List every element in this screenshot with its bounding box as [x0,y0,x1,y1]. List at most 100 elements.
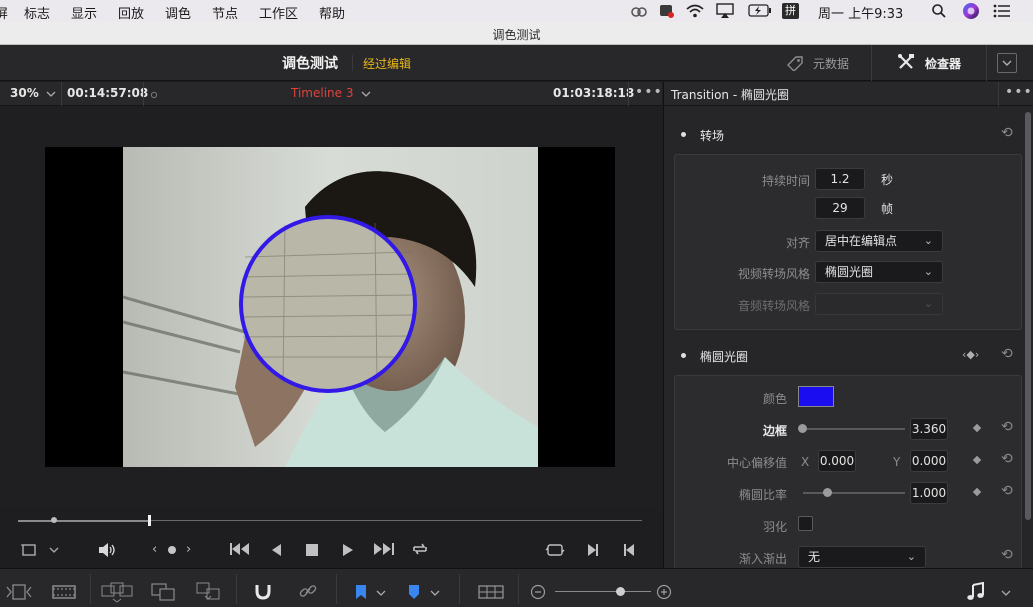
keyframe-nav-icon[interactable]: ‹◆› [962,348,979,361]
loop-icon[interactable] [410,541,430,557]
zoom-slider-knob[interactable] [616,587,625,596]
input-method-icon[interactable]: 拼 [782,3,799,19]
chevron-down-icon: ⌄ [906,550,916,563]
project-name: 调色测试 [282,56,338,72]
chevron-down-icon[interactable] [48,545,60,555]
viewer-options-icon[interactable]: ••• [635,84,663,100]
match-frame-icon[interactable] [545,542,565,558]
menu-workspace[interactable]: 工作区 [259,3,298,22]
dual-screen-icon[interactable] [150,582,176,602]
window-titlebar: 调色测试 [0,22,1033,45]
sync-screen-icon[interactable] [195,581,223,603]
next-clip-arrow-icon[interactable]: › [186,543,191,556]
chevron-down-icon[interactable] [45,89,57,99]
stop-icon[interactable] [305,543,319,557]
border-value-field[interactable]: 3.360 [910,418,948,440]
jog-dot-icon[interactable] [168,546,176,554]
blue-marker-icon[interactable] [408,584,420,600]
transition-section-title[interactable]: 转场 [700,127,724,144]
play-reverse-icon[interactable] [270,543,284,557]
snap-magnet-icon[interactable] [253,581,273,601]
feather-label: 羽化 [762,520,787,534]
feather-checkbox[interactable] [798,516,813,531]
playhead[interactable] [148,515,151,526]
music-note-icon[interactable] [966,582,986,602]
ease-reset-icon[interactable]: ⟲ [1001,548,1013,562]
ease-value: 无 [808,550,821,564]
siri-icon[interactable] [962,2,980,20]
aspect-slider-track[interactable] [803,492,905,494]
border-reset-icon[interactable]: ⟲ [1001,420,1013,434]
center-reset-icon[interactable]: ⟲ [1001,452,1013,466]
zoom-in-icon[interactable] [656,584,672,600]
clips-icon[interactable] [4,583,34,601]
menu-color[interactable]: 调色 [165,3,191,22]
aspect-keyframe-icon[interactable] [972,487,982,497]
chevron-down-icon[interactable] [1000,588,1012,598]
iris-reset-icon[interactable]: ⟲ [1001,347,1013,361]
menu-nodes[interactable]: 节点 [212,3,238,22]
chevron-down-icon[interactable] [360,89,372,99]
crop-frame-icon[interactable] [21,543,37,557]
center-keyframe-icon[interactable] [972,455,982,465]
volume-icon[interactable] [97,542,117,558]
aspect-value-field[interactable]: 1.000 [910,482,948,504]
video-style-dropdown[interactable]: 椭圆光圈 ⌄ [815,261,943,283]
zoom-out-icon[interactable] [530,584,546,600]
airplay-icon[interactable] [716,3,734,19]
filmstrip-icon[interactable] [52,583,76,601]
menu-help[interactable]: 帮助 [319,3,345,22]
aspect-reset-icon[interactable]: ⟲ [1001,484,1013,498]
multi-screen-icon[interactable] [101,581,133,603]
inspector-scrollbar[interactable] [1025,112,1031,520]
skip-to-start-icon[interactable] [229,542,251,556]
border-slider-track[interactable] [803,428,905,430]
skip-to-end-icon[interactable] [373,542,395,556]
alignment-dropdown[interactable]: 居中在编辑点 ⌄ [815,230,943,252]
timeline-view-icon[interactable] [478,585,504,599]
menu-view[interactable]: 显示 [71,3,97,22]
prev-clip-arrow-icon[interactable]: ‹ [152,543,157,556]
scrubber-in-point[interactable] [51,517,57,523]
transition-settings-panel: 持续时间 1.2 秒 29 帧 对齐 居中在编辑点 ⌄ 视频转场风格 椭圆光圈 … [674,154,1022,330]
prev-frame-icon[interactable] [622,543,636,557]
link-icon[interactable] [298,581,318,601]
chevron-down-icon[interactable] [375,588,387,598]
wifi-icon[interactable] [685,3,705,19]
next-frame-icon[interactable] [586,543,600,557]
inspector-divider [998,82,999,106]
creative-cloud-icon[interactable] [630,3,648,19]
zoom-slider-track[interactable] [555,591,651,592]
metadata-button[interactable]: 元数据 [813,55,849,72]
inspector-button[interactable]: 检查器 [925,55,961,72]
inspector-options-icon[interactable]: ••• [1005,84,1033,100]
center-y-field[interactable]: 0.000 [910,450,948,472]
blue-flag-icon[interactable] [355,584,367,600]
video-frame[interactable] [45,147,615,467]
timeline-name[interactable]: Timeline 3 [291,86,353,100]
record-icon[interactable] [659,3,675,19]
spotlight-search-icon[interactable] [931,3,947,19]
center-x-field[interactable]: 0.000 [818,450,856,472]
menu-mark[interactable]: 标志 [24,3,50,22]
duration-seconds-field[interactable]: 1.2 [815,168,865,190]
ease-dropdown[interactable]: 无 ⌄ [798,546,926,568]
collapse-panel-button[interactable] [997,53,1017,73]
notification-center-icon[interactable] [993,4,1011,18]
menu-prev-app[interactable]: 屏 [0,3,8,22]
play-icon[interactable] [341,543,355,557]
iris-section-title[interactable]: 椭圆光圈 [700,348,748,365]
seconds-unit: 秒 [881,173,894,187]
zoom-level[interactable]: 30% [10,86,39,100]
viewer-divider [61,82,62,106]
aspect-slider-knob[interactable] [823,488,832,497]
menubar-clock[interactable]: 周一 上午9:33 [818,3,903,22]
duration-frames-field[interactable]: 29 [815,197,865,219]
chevron-down-icon[interactable] [429,588,441,598]
transition-reset-icon[interactable]: ⟲ [1001,126,1013,140]
border-slider-knob[interactable] [798,424,807,433]
audio-style-dropdown[interactable]: ⌄ [815,293,943,315]
color-swatch[interactable] [798,386,834,407]
border-keyframe-icon[interactable] [972,423,982,433]
menu-playback[interactable]: 回放 [118,3,144,22]
